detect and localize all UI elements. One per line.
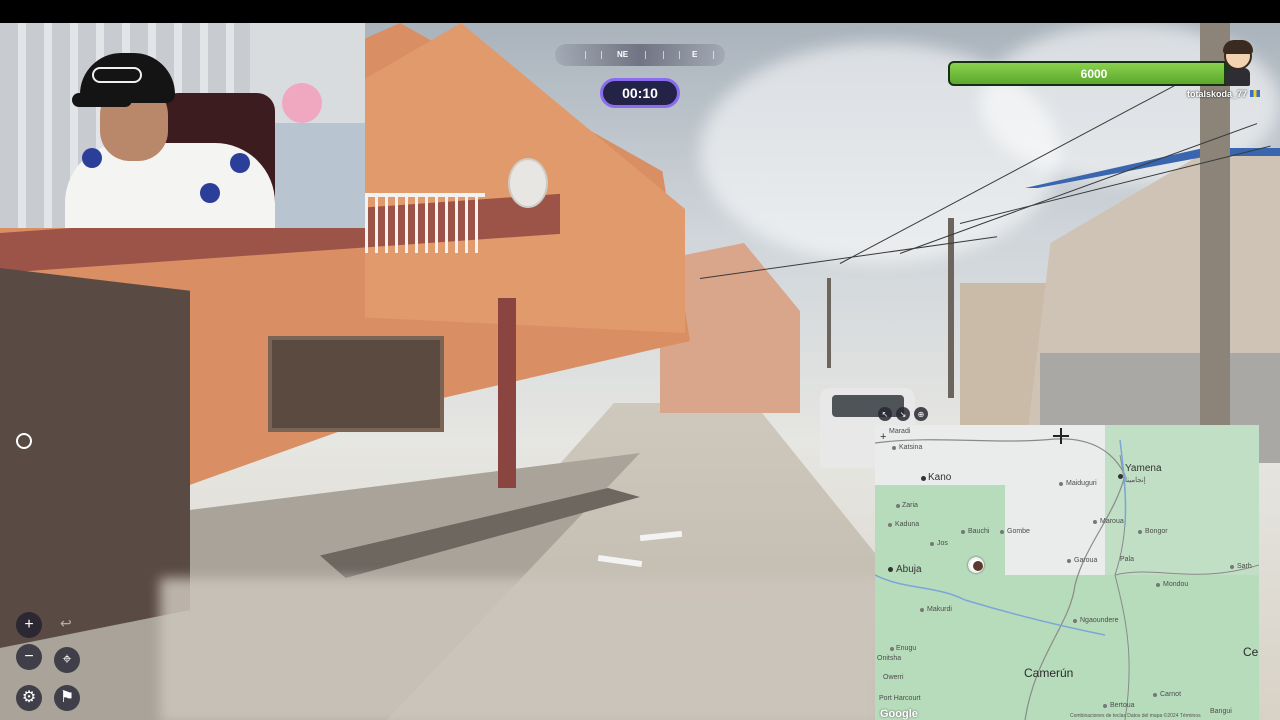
map-label: Jos <box>937 540 948 547</box>
map-label: Katsina <box>899 444 923 451</box>
flag-icon <box>1250 90 1260 97</box>
round-timer: 00:10 <box>600 78 680 108</box>
flag-checkpoint-icon[interactable]: ⚑ <box>54 685 80 711</box>
map-label: Maroua <box>1100 518 1124 525</box>
emote-icon[interactable] <box>16 433 32 449</box>
map-label: Gombe <box>1007 528 1030 535</box>
compass-e: E <box>692 50 698 59</box>
map-pin-toggle-icon[interactable]: ⊕ <box>914 407 928 421</box>
map-label: Garoua <box>1074 557 1098 564</box>
map-label: Ce <box>1243 645 1259 659</box>
satellite-dish <box>508 158 548 208</box>
top-letterbox <box>0 0 1280 23</box>
timer-text: 00:10 <box>622 85 658 101</box>
map-label: Yamena <box>1125 463 1162 474</box>
map-label: Bangui <box>1210 708 1232 715</box>
map-attribution[interactable]: Combinaciones de teclas Datos del mapa ©… <box>1070 713 1201 719</box>
map-shrink-icon[interactable]: ↘ <box>896 407 910 421</box>
utility-pole <box>948 218 954 398</box>
pillow <box>282 83 322 123</box>
map-enlarge-icon[interactable]: ↖ <box>878 407 892 421</box>
map-label: Enugu <box>896 645 917 652</box>
map-label: Abuja <box>896 564 922 575</box>
map-label: Bongor <box>1145 528 1168 535</box>
map-zoom-icon[interactable]: + <box>880 431 886 443</box>
map-label: Sarh <box>1237 563 1252 570</box>
map-toolbar: ↖ ↘ ⊕ <box>878 407 928 421</box>
guess-map[interactable]: Maradi Katsina Kano Zaria Kaduna Bauchi … <box>875 425 1259 720</box>
map-label: Makurdi <box>927 606 952 613</box>
map-label: Port Harcourt <box>879 695 921 702</box>
zoom-out-button[interactable]: − <box>16 644 42 670</box>
map-label: Bertoua <box>1110 702 1135 709</box>
map-label: Zaria <box>902 502 918 509</box>
map-label: Owerri <box>883 674 904 681</box>
pillar <box>498 298 516 488</box>
player-location-pin <box>968 557 984 573</box>
map-label: Onitsha <box>877 655 902 662</box>
map-label: Camerún <box>1024 666 1074 680</box>
map-label: Maiduguri <box>1066 480 1097 487</box>
map-label: Carnot <box>1160 691 1182 698</box>
health-value: 6000 <box>1080 67 1108 81</box>
settings-gear-icon[interactable]: ⚙ <box>16 685 42 711</box>
return-to-start-icon[interactable]: ⌖ <box>54 647 80 673</box>
map-crosshair-icon <box>1053 428 1069 444</box>
player-name: totalskoda_77 <box>1150 89 1260 99</box>
health-bar: 6000 <box>948 61 1240 86</box>
map-label: Bauchi <box>968 528 990 535</box>
map-label: Mondou <box>1163 581 1189 588</box>
cap-logo <box>92 67 142 83</box>
compass-ne: NE <box>617 50 629 59</box>
balcony-railing <box>365 193 485 253</box>
map-label: Ngaoundere <box>1080 617 1119 624</box>
map-label: Kaduna <box>895 521 920 528</box>
player-avatar <box>1218 38 1258 88</box>
blurred-area <box>160 578 880 720</box>
webcam-feed <box>0 23 365 228</box>
compass: NE E <box>555 44 725 66</box>
map-label: إنجامينا <box>1125 477 1146 484</box>
map-label: Pala <box>1120 556 1135 563</box>
zoom-in-button[interactable]: + <box>16 612 42 638</box>
window <box>268 336 444 432</box>
utility-pole <box>827 278 831 368</box>
game-screen: NE E 00:10 6000 totalskoda_77 + ↩ − ⌖ ⚙ … <box>0 0 1280 720</box>
map-label: Kano <box>928 472 952 483</box>
map-label: Maradi <box>889 428 911 435</box>
undo-move-button[interactable]: ↩ <box>60 615 72 632</box>
google-logo: Google <box>880 708 918 720</box>
